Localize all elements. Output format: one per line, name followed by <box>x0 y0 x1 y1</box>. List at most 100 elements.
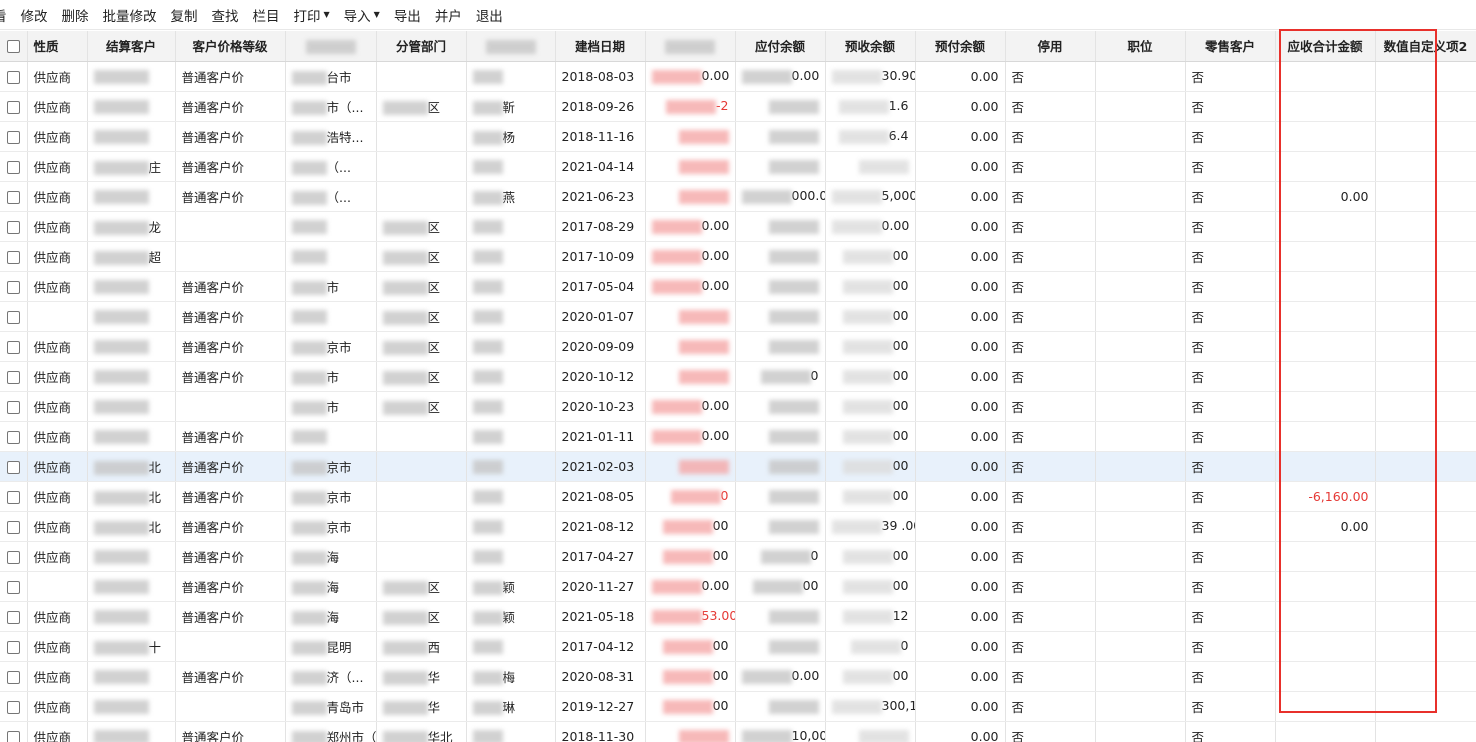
column-header-1[interactable]: 结算客户 <box>87 31 176 62</box>
table-row[interactable]: 供应商 普通客户价 市（... 区 靳 2018-09-26 -2 1.6 0.00 否 否 <box>0 91 1476 122</box>
row-checkbox-cell <box>0 361 28 392</box>
redacted-block <box>93 399 149 414</box>
table-row[interactable]: 供应商 普通客户价 台市 2018-08-03 0.00 0.00 30.90 0.00 否 否 <box>0 61 1476 92</box>
column-header-0[interactable]: 性质 <box>27 31 88 62</box>
table-row[interactable]: 供应商 普通客户价 郑州市（... 华北 2018-11-30 10,000.00 0.00… <box>0 721 1476 742</box>
table-row[interactable]: 供应商北普通客户价 京市 2021-08-05 0 00 0.00 否否 -6,160.00 <box>0 481 1476 512</box>
table-row[interactable]: 供应商 北 普通客户价 京市 2021-08-12 00 39 .00 0.00 否 否 0.00 <box>0 511 1476 542</box>
table-row[interactable]: 供应商 普通客户价市区 2020-10-12 0 00 0.00 否否 <box>0 361 1476 392</box>
row-checkbox[interactable] <box>6 730 20 742</box>
table-cell-text: 普通客户价 <box>181 549 245 565</box>
column-header-9[interactable]: 预收余额 <box>825 31 916 62</box>
table-cell <box>285 421 377 452</box>
toolbar-button-6[interactable]: 栏目 <box>253 0 280 30</box>
row-checkbox[interactable] <box>6 520 20 534</box>
row-checkbox[interactable] <box>6 340 20 354</box>
row-checkbox[interactable] <box>6 370 20 384</box>
table-row[interactable]: 供应商 市 区 2020-10-23 0.00 00 0.00 否 否 <box>0 391 1476 422</box>
row-checkbox[interactable] <box>6 220 20 234</box>
table-cell <box>1375 241 1476 272</box>
row-checkbox[interactable] <box>6 70 20 84</box>
table-row[interactable]: 供应商 普通客户价 2021-01-11 0.00 00 0.00 否 否 <box>0 421 1476 452</box>
table-cell-text: 0.00 <box>970 608 999 624</box>
toolbar-button-2[interactable]: 删除 <box>62 0 89 30</box>
table-cell: 否 <box>1185 691 1276 722</box>
column-header-12[interactable]: 职位 <box>1095 31 1186 62</box>
row-checkbox[interactable] <box>6 280 20 294</box>
row-checkbox[interactable] <box>6 550 20 564</box>
column-header-2[interactable]: 客户价格等级 <box>175 31 286 62</box>
toolbar-button-10[interactable]: 并户 <box>435 0 462 30</box>
row-checkbox[interactable] <box>6 190 20 204</box>
row-checkbox[interactable] <box>6 100 20 114</box>
toolbar-button-5[interactable]: 查找 <box>212 0 239 30</box>
table-row[interactable]: 普通客户价 区 2020-01-07 00 0.00 否 否 <box>0 301 1476 332</box>
table-cell-text: 市 <box>326 369 340 385</box>
row-checkbox[interactable] <box>6 640 20 654</box>
toolbar-button-8[interactable]: 导入 ▼ <box>344 0 380 30</box>
column-header-10[interactable]: 预付余额 <box>915 31 1006 62</box>
column-header-6[interactable]: 建档日期 <box>555 31 646 62</box>
row-checkbox[interactable] <box>6 700 20 714</box>
column-header-4[interactable]: 分管部门 <box>376 31 467 62</box>
row-checkbox[interactable] <box>6 670 20 684</box>
row-checkbox[interactable] <box>6 430 20 444</box>
table-cell: 2018-11-30 <box>555 721 646 742</box>
select-all-checkbox[interactable] <box>6 40 20 54</box>
toolbar-button-0[interactable]: 看 <box>0 0 7 30</box>
table-cell: 否 <box>1005 691 1096 722</box>
column-header-3[interactable] <box>285 31 377 62</box>
table-cell: 2017-04-12 <box>555 631 646 662</box>
table-row[interactable]: 供应商 庄 普通客户价 （... 2021-04-14 0.00 否 否 <box>0 151 1476 182</box>
row-checkbox[interactable] <box>6 130 20 144</box>
row-checkbox-cell <box>0 91 28 122</box>
table-row[interactable]: 供应商 青岛市 华 琳 2019-12-27 00 300,1 0.00 否 否 <box>0 691 1476 722</box>
table-row[interactable]: 供应商 普通客户价 浩特... 杨 2018-11-16 6.4 0.00 否 否 <box>0 121 1476 152</box>
table-row[interactable]: 供应商 超 区 2017-10-09 0.00 00 0.00 否 否 <box>0 241 1476 272</box>
table-row[interactable]: 供应商 普通客户价 京市 区 2020-09-09 00 0.00 否 否 <box>0 331 1476 362</box>
toolbar-button-1[interactable]: 修改 <box>21 0 48 30</box>
table-row[interactable]: 普通客户价 海 区 颖 2020-11-27 0.00 00 00 0.00 否 否 <box>0 571 1476 602</box>
row-checkbox[interactable] <box>6 160 20 174</box>
column-header-14[interactable]: 应收合计金额 <box>1275 31 1376 62</box>
redacted-block <box>472 581 503 595</box>
table-cell <box>466 511 556 542</box>
redacted-block <box>768 459 819 474</box>
table-row[interactable]: 供应商 普通客户价 市 区 2017-05-04 0.00 00 0.00 否 否 <box>0 271 1476 302</box>
column-header-11[interactable]: 停用 <box>1005 31 1096 62</box>
table-cell: 2021-08-05 <box>555 481 646 512</box>
toolbar-button-4[interactable]: 复制 <box>171 0 198 30</box>
table-cell-text: 普通客户价 <box>181 669 245 685</box>
column-header-7[interactable] <box>645 31 736 62</box>
table-row[interactable]: 供应商十昆明西 2017-04-12 00 0 0.00 否否 <box>0 631 1476 662</box>
table-row[interactable]: 供应商 普通客户价 济（... 华 梅 2020-08-31 00 0.00 00 0.00 否 否 <box>0 661 1476 692</box>
column-header-13[interactable]: 零售客户 <box>1185 31 1276 62</box>
row-checkbox[interactable] <box>6 610 20 624</box>
column-header-8[interactable]: 应付余额 <box>735 31 826 62</box>
row-checkbox[interactable] <box>6 490 20 504</box>
table-cell: 0.00 <box>915 271 1006 302</box>
table-cell: 供应商 <box>27 661 88 692</box>
table-row[interactable]: 供应商 普通客户价 （... 燕 2021-06-23 000.00 5,000.00 0.0… <box>0 181 1476 212</box>
row-checkbox[interactable] <box>6 250 20 264</box>
column-header-5[interactable] <box>466 31 556 62</box>
toolbar-button-3[interactable]: 批量修改 <box>103 0 157 30</box>
table-cell-text: 区 <box>427 279 441 295</box>
toolbar-button-9[interactable]: 导出 <box>394 0 421 30</box>
row-checkbox[interactable] <box>6 460 20 474</box>
toolbar-button-7[interactable]: 打印 ▼ <box>294 0 330 30</box>
table-cell: 供应商 <box>27 451 88 482</box>
table-row[interactable]: 供应商 普通客户价 海 区 颖 2021-05-18 53.00 12 0.00 否 否 <box>0 601 1476 632</box>
table-cell: 区 <box>376 301 467 332</box>
table-cell-text: 0.00 <box>970 188 999 204</box>
redacted-block <box>768 249 819 264</box>
table-cell-text: 0.00 <box>970 218 999 234</box>
column-header-15[interactable]: 数值自定义项2 <box>1375 31 1476 62</box>
row-checkbox[interactable] <box>6 310 20 324</box>
table-row[interactable]: 供应商 龙 区 2017-08-29 0.00 0.00 0.00 否 否 <box>0 211 1476 242</box>
toolbar-button-11[interactable]: 退出 <box>476 0 503 30</box>
row-checkbox[interactable] <box>6 400 20 414</box>
table-row[interactable]: 供应商 普通客户价海 2017-04-27 00 0 00 0.00 否否 <box>0 541 1476 572</box>
table-row[interactable]: 供应商 北 普通客户价 京市 2021-02-03 00 0.00 否 否 <box>0 451 1476 482</box>
row-checkbox[interactable] <box>6 580 20 594</box>
